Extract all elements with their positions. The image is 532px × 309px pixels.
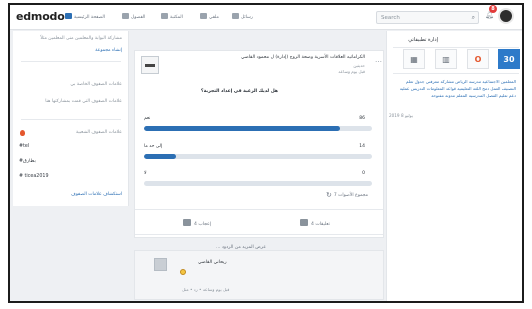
tag-link[interactable]: #بطارق — [19, 159, 36, 164]
poll-option-label: إلى حد ما — [144, 144, 163, 149]
user-avatar[interactable] — [498, 8, 514, 24]
hashtag-cloud[interactable]: المعلمين الاجتماعية مدرسة الرياض مشاركة … — [396, 78, 516, 99]
profile-icon — [200, 13, 207, 19]
edmodo-logo[interactable]: edmodo — [16, 10, 65, 23]
divider — [135, 209, 383, 210]
manage-apps-title[interactable]: إدارة تطبيقاتي — [408, 37, 438, 43]
divider — [135, 234, 383, 235]
class-tags-hint: علامات الصفوف التي قمت بمشاركتها هنا — [45, 99, 122, 104]
tag-link[interactable]: # ticea2019 — [19, 174, 49, 179]
tag-link[interactable]: #tel — [19, 144, 29, 149]
trending-heading: علامات الصفوف الشعبية — [76, 130, 122, 135]
post-title[interactable]: الكراماتيه العلاقات الأسرية وصحة الزوج (… — [241, 55, 365, 60]
explore-tags-link[interactable]: استكشاف علامات الصفوف — [71, 192, 122, 197]
poll-option-count: 0 — [362, 171, 365, 176]
nav-library[interactable]: المكتبة — [161, 13, 183, 20]
poll-post-card: الكراماتيه العلاقات الأسرية وصحة الزوج (… — [134, 50, 384, 250]
divider — [21, 61, 121, 62]
divider — [393, 73, 519, 74]
commenter-avatar[interactable] — [154, 258, 167, 271]
poll-option-bar[interactable] — [144, 126, 372, 131]
poll-option-bar[interactable] — [144, 154, 372, 159]
browser-frame: edmodo الصفحة الرئيسية الفصول المكتبة مل… — [8, 3, 524, 303]
trending-icon — [20, 130, 25, 136]
poll-option-count: 86 — [359, 116, 365, 121]
calendar-icon[interactable]: 30 — [498, 49, 520, 69]
poll-option-bar[interactable] — [144, 181, 372, 186]
create-group-button[interactable]: إنشاء مجموعة — [95, 48, 122, 53]
left-intro-text: مشاركة البوابة والمعلمين منى المعلمين مث… — [40, 36, 122, 41]
poll-option-label: نعم — [144, 116, 151, 121]
comment-item: ريحاني القاضي قبل يوم وساعه • رد • مثل — [134, 250, 384, 300]
office-icon[interactable]: O — [467, 49, 489, 69]
apps-icon[interactable]: ▥ — [435, 49, 457, 69]
left-sidebar: مشاركة البوابة والمعلمين منى المعلمين مث… — [13, 31, 129, 206]
total-votes: مجموع الأصوات 7 — [333, 193, 368, 198]
nav-messages[interactable]: رسائل — [232, 13, 253, 20]
post-timestamp: قبل يوم وساعه — [338, 69, 365, 74]
nav-profile[interactable]: ملفي — [200, 13, 219, 20]
poll-option-count: 14 — [359, 144, 365, 149]
notification-badge: 8 — [489, 5, 497, 13]
more-options-icon[interactable]: … — [375, 56, 382, 64]
date-label: يوليو 8 2019 — [388, 113, 413, 118]
poll-question: هل لديك الرغبة في إعداد التجربة؟ — [200, 89, 278, 94]
thumbs-up-icon — [183, 219, 191, 226]
right-sidebar: إدارة تطبيقاتي ▦ ▥ O 30 المعلمين الاجتما… — [386, 31, 522, 301]
divider — [21, 119, 121, 120]
class-tags-heading: علامات الصفوف الخاصة بي — [70, 82, 122, 87]
comment-button[interactable]: تعليقات 4 — [300, 219, 330, 227]
poll-bar-fill — [144, 126, 341, 131]
nav-classes[interactable]: الفصول — [122, 13, 145, 20]
comment-meta[interactable]: قبل يوم وساعه • رد • مثل — [182, 287, 229, 292]
post-audience[interactable]: حديثين — [353, 63, 365, 68]
nav-home[interactable]: الصفحة الرئيسية — [65, 13, 105, 20]
library-icon — [161, 13, 168, 19]
search-input[interactable]: Search ⌕ — [376, 11, 479, 24]
commenter-name[interactable]: ريحاني القاضي — [198, 260, 227, 265]
classes-icon — [122, 13, 129, 19]
home-icon — [65, 13, 72, 19]
refresh-icon[interactable]: ↻ — [326, 191, 332, 199]
poll-option-label: لا — [144, 171, 147, 176]
emoji-icon — [180, 269, 186, 275]
like-button[interactable]: إعجاب 4 — [183, 219, 211, 227]
comment-icon — [300, 219, 308, 226]
divider — [393, 47, 519, 48]
search-icon[interactable]: ⌕ — [472, 14, 475, 22]
top-navigation-bar: edmodo الصفحة الرئيسية الفصول المكتبة مل… — [10, 5, 522, 30]
messages-icon — [232, 13, 239, 19]
app-grid-icon[interactable]: ▦ — [403, 49, 425, 69]
poll-bar-fill — [144, 154, 176, 159]
author-thumbnail[interactable] — [141, 56, 159, 74]
